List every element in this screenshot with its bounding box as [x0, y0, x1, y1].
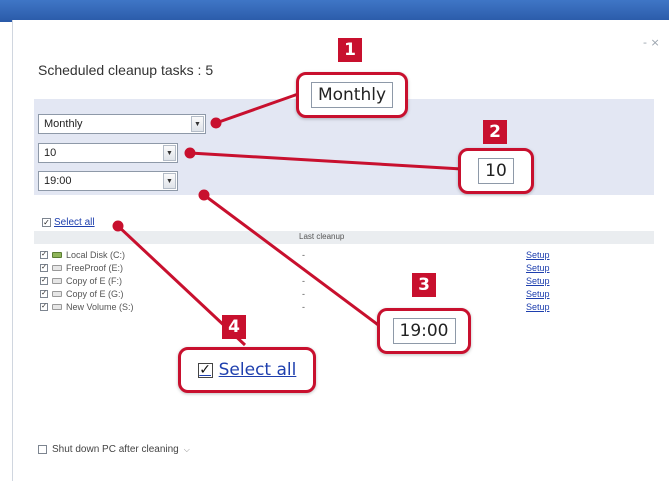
chevron-down-icon[interactable]: ▼: [191, 116, 204, 132]
callout-1-number: 1: [338, 38, 362, 62]
checkbox-unchecked-icon[interactable]: [38, 445, 47, 454]
drive-icon: [52, 278, 62, 284]
time-dropdown[interactable]: 19:00 ▼: [38, 171, 178, 191]
row-checkbox[interactable]: ✓: [40, 277, 48, 285]
table-row: ✓ Copy of E (G:) - Setup: [40, 289, 620, 301]
chevron-down-icon[interactable]: ▼: [163, 173, 176, 189]
window-controls[interactable]: - ×: [643, 36, 660, 49]
last-cleanup-value: -: [302, 263, 305, 273]
table-row: ✓ Copy of E (F:) - Setup: [40, 276, 620, 288]
setup-link[interactable]: Setup: [526, 276, 550, 286]
chevron-down-icon[interactable]: ⌵: [184, 445, 190, 455]
callout-2-text: 10: [478, 158, 514, 184]
setup-link[interactable]: Setup: [526, 250, 550, 260]
row-checkbox[interactable]: ✓: [40, 303, 48, 311]
checkbox-checked-icon: ✓: [197, 361, 213, 378]
column-last-cleanup: Last cleanup: [299, 232, 345, 241]
callout-4-text: Select all: [218, 360, 297, 380]
table-row: ✓ FreeProof (E:) - Setup: [40, 263, 620, 275]
chevron-down-icon[interactable]: ▼: [163, 145, 176, 161]
drive-icon: [52, 291, 62, 297]
window-titlebar: [0, 0, 669, 22]
frequency-value: Monthly: [44, 118, 83, 130]
checkbox-checked-icon[interactable]: ✓: [42, 218, 51, 227]
callout-1-text: Monthly: [310, 82, 394, 108]
day-value: 10: [44, 147, 57, 159]
callout-4-box: ✓ Select all: [178, 347, 316, 393]
callout-2-number: 2: [483, 120, 507, 144]
table-header: Last cleanup: [34, 231, 654, 244]
callout-1-box: Monthly: [296, 72, 408, 118]
row-checkbox[interactable]: ✓: [40, 290, 48, 298]
table-row: ✓ Local Disk (C:) - Setup: [40, 250, 620, 262]
frequency-dropdown[interactable]: Monthly ▼: [38, 114, 206, 134]
select-all-checkbox[interactable]: ✓ Select all: [42, 217, 95, 228]
table-row: ✓ New Volume (S:) - Setup: [40, 302, 620, 314]
shutdown-after-cleaning-checkbox[interactable]: Shut down PC after cleaning ⌵: [38, 444, 190, 455]
last-cleanup-value: -: [302, 250, 305, 260]
callout-2-box: 10: [458, 148, 534, 194]
row-checkbox[interactable]: ✓: [40, 264, 48, 272]
callout-3-number: 3: [412, 273, 436, 297]
day-dropdown[interactable]: 10 ▼: [38, 143, 178, 163]
callout-3-box: 19:00: [377, 308, 471, 354]
drive-name: FreeProof (E:): [66, 263, 124, 273]
callout-4-number: 4: [222, 315, 246, 339]
drive-name: Copy of E (G:): [66, 289, 124, 299]
drive-name: Local Disk (C:): [66, 250, 126, 260]
shutdown-label: Shut down PC after cleaning: [52, 444, 179, 455]
time-value: 19:00: [44, 175, 72, 187]
setup-link[interactable]: Setup: [526, 263, 550, 273]
drive-icon: [52, 265, 62, 271]
callout-4-select-all: ✓ Select all: [197, 360, 297, 380]
select-all-label[interactable]: Select all: [54, 217, 95, 228]
scheduled-tasks-title: Scheduled cleanup tasks : 5: [38, 62, 214, 78]
drive-name: Copy of E (F:): [66, 276, 123, 286]
callout-3-text: 19:00: [392, 318, 456, 344]
system-drive-icon: [52, 252, 62, 258]
setup-link[interactable]: Setup: [526, 289, 550, 299]
row-checkbox[interactable]: ✓: [40, 251, 48, 259]
last-cleanup-value: -: [302, 289, 305, 299]
drive-icon: [52, 304, 62, 310]
setup-link[interactable]: Setup: [526, 302, 550, 312]
drive-name: New Volume (S:): [66, 302, 134, 312]
last-cleanup-value: -: [302, 302, 305, 312]
last-cleanup-value: -: [302, 276, 305, 286]
